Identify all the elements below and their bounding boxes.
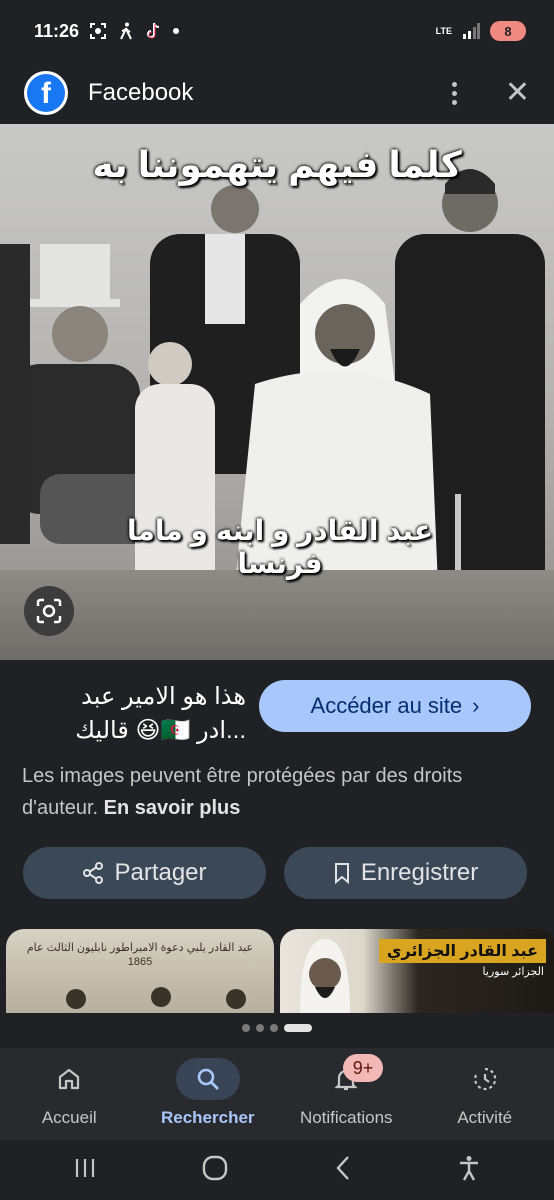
more-notifications-dot — [173, 28, 180, 34]
nav-label-activity: Activité — [457, 1108, 513, 1127]
image-info-panel: هذا هو الامير عبد ...ادر 🇩🇿😆 قاليك Accéd… — [0, 660, 554, 1048]
related-image-2-title: عبد القادر الجزائري — [378, 939, 546, 963]
home-button-icon[interactable] — [202, 1155, 228, 1186]
status-system-icons: LTE 8 — [436, 21, 526, 41]
visit-site-button[interactable]: Accéder au site › — [259, 680, 531, 732]
app-bar: f Facebook ✕ — [0, 62, 554, 124]
status-bar: 11:26 LTE 8 — [0, 0, 554, 62]
search-icon — [175, 1058, 240, 1100]
nav-item-search[interactable]: Rechercher — [139, 1048, 278, 1140]
chevron-right-icon: › — [472, 693, 480, 718]
share-label: Partager — [114, 859, 207, 886]
recent-apps-icon[interactable] — [73, 1157, 97, 1184]
carousel-dot — [256, 1024, 264, 1032]
nav-item-home[interactable]: Accueil — [0, 1048, 139, 1140]
network-type: LTE — [435, 25, 452, 36]
visit-site-label: Accéder au site — [310, 693, 463, 718]
save-button[interactable]: Enregistrer — [284, 847, 527, 899]
nav-item-notifications[interactable]: 9+ Notifications — [277, 1048, 416, 1140]
nav-item-activity[interactable]: Activité — [416, 1048, 554, 1140]
screenshot-icon — [89, 22, 107, 40]
more-options-icon[interactable] — [445, 81, 465, 105]
save-label: Enregistrer — [360, 859, 479, 886]
tiktok-icon — [145, 22, 163, 40]
signal-icon — [462, 22, 480, 40]
nav-label-notifications: Notifications — [299, 1108, 393, 1127]
activity-icon — [453, 1058, 517, 1100]
facebook-logo-icon: f — [24, 71, 68, 115]
nav-label-home: Accueil — [41, 1108, 97, 1127]
carousel-indicator — [0, 1024, 554, 1032]
notification-badge: 9+ — [343, 1054, 383, 1082]
image-caption-top: كلما فيهم يتهموننا به — [92, 144, 462, 185]
copyright-text: Les images peuvent être protégées par de… — [22, 765, 463, 819]
close-icon[interactable]: ✕ — [505, 78, 530, 108]
lens-search-button[interactable] — [24, 586, 74, 636]
related-image-1[interactable]: عبد القادر يلبي دعوة الامبراطور نابليون … — [6, 929, 274, 1013]
carousel-dot-active — [284, 1024, 312, 1032]
bottom-navigation: Accueil Rechercher 9+ Notifications Acti… — [0, 1048, 554, 1140]
nav-label-search: Rechercher — [160, 1108, 255, 1127]
carousel-dot — [242, 1024, 250, 1032]
image-description[interactable]: هذا هو الامير عبد ...ادر 🇩🇿😆 قاليك — [26, 680, 246, 748]
share-icon — [83, 862, 104, 884]
battery-indicator: 8 — [490, 21, 526, 41]
back-icon[interactable] — [334, 1155, 352, 1186]
status-time: 11:26 — [34, 20, 80, 41]
carousel-dot — [270, 1024, 278, 1032]
status-notification-icons — [89, 22, 180, 40]
related-images: عبد القادر يلبي دعوة الامبراطور نابليون … — [6, 929, 554, 1013]
learn-more-link[interactable]: En savoir plus — [104, 797, 241, 819]
copyright-notice: Les images peuvent être protégées par de… — [22, 760, 522, 824]
lens-icon — [36, 598, 62, 624]
walking-icon — [117, 22, 135, 40]
bookmark-icon — [334, 863, 349, 884]
image-caption-bottom: عبد القادر و ابنه و ماما فرنسا — [127, 515, 433, 579]
accessibility-icon[interactable] — [457, 1155, 481, 1186]
related-image-2[interactable]: عبد القادر الجزائري الجزائر سوريا — [280, 929, 554, 1013]
home-icon — [37, 1058, 101, 1100]
source-title: Facebook — [88, 79, 194, 106]
image-preview[interactable]: كلما فيهم يتهموننا به عبد القادر و ابنه … — [0, 124, 554, 660]
system-navigation-bar — [0, 1140, 554, 1200]
share-button[interactable]: Partager — [23, 847, 266, 899]
related-image-2-subtitle: الجزائر سوريا — [482, 966, 544, 978]
